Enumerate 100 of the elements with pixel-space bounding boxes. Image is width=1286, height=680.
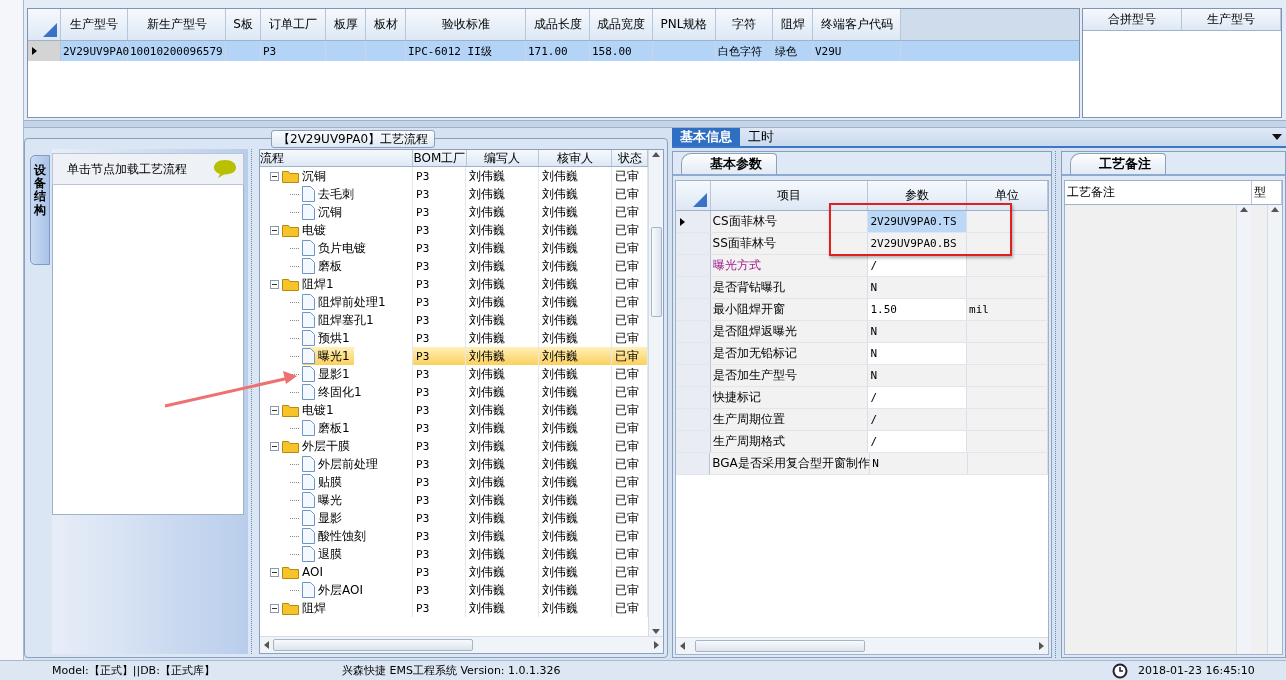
document-icon: [302, 492, 315, 508]
param-value[interactable]: 2V29UV9PA0.TS: [868, 211, 968, 232]
horizontal-scrollbar[interactable]: [676, 637, 1048, 654]
collapse-icon[interactable]: [270, 225, 279, 235]
tree-node[interactable]: 阻焊: [282, 599, 330, 617]
date-time: 2018-01-23 16:45:10: [1138, 664, 1255, 677]
dropdown-caret-icon[interactable]: [1272, 134, 1282, 140]
table-cell: 刘伟巍: [539, 383, 613, 401]
param-value[interactable]: 2V29UV9PA0.BS: [868, 233, 968, 254]
param-value[interactable]: 1.50: [868, 299, 968, 320]
column-header[interactable]: 字符: [716, 9, 773, 40]
column-header[interactable]: 型: [1252, 181, 1282, 204]
tree-node[interactable]: 外层前处理: [302, 455, 382, 473]
scroll-up-icon[interactable]: [1240, 207, 1248, 212]
column-header[interactable]: 订单工厂: [261, 9, 326, 40]
scroll-right-icon[interactable]: [654, 641, 659, 649]
tree-node[interactable]: 外层AOI: [302, 581, 367, 599]
table-cell: P3: [413, 185, 467, 203]
column-header[interactable]: 验收标准: [406, 9, 526, 40]
param-value[interactable]: N: [868, 321, 968, 342]
vertical-scrollbar[interactable]: [1267, 205, 1282, 654]
column-header[interactable]: 新生产型号: [128, 9, 226, 40]
tree-node[interactable]: 退膜: [302, 545, 346, 563]
collapse-icon[interactable]: [270, 171, 279, 181]
tree-node[interactable]: 沉铜: [282, 167, 330, 185]
column-header[interactable]: 成品宽度: [590, 9, 653, 40]
column-header[interactable]: 工艺备注: [1065, 181, 1252, 204]
tree-node[interactable]: 阻焊塞孔1: [302, 311, 378, 329]
scroll-left-icon[interactable]: [264, 641, 269, 649]
table-cell: 刘伟巍: [466, 545, 540, 563]
scrollbar-thumb[interactable]: [273, 639, 473, 651]
side-tab[interactable]: 设备结构: [30, 155, 50, 265]
row-header[interactable]: [676, 211, 711, 232]
row-header[interactable]: [28, 41, 61, 61]
vertical-scrollbar[interactable]: [648, 150, 663, 636]
panel-tab[interactable]: 工艺备注: [1070, 153, 1166, 174]
tree-node[interactable]: 终固化1: [302, 383, 366, 401]
column-header[interactable]: 成品长度: [526, 9, 590, 40]
column-header[interactable]: BOM工厂: [413, 150, 467, 166]
tree-node[interactable]: 显影: [302, 509, 346, 527]
tree-node[interactable]: 酸性蚀刻: [302, 527, 370, 545]
column-header[interactable]: 阻焊: [773, 9, 813, 40]
table-cell: 刘伟巍: [466, 203, 540, 221]
tree-node[interactable]: AOI: [282, 563, 327, 581]
select-all-icon[interactable]: [43, 23, 57, 37]
tree-node[interactable]: 阻焊1: [282, 275, 338, 293]
scroll-right-icon[interactable]: [1039, 642, 1044, 650]
horizontal-scrollbar[interactable]: [260, 636, 663, 653]
param-value[interactable]: N: [868, 343, 968, 364]
scroll-down-icon[interactable]: [652, 629, 660, 634]
param-value[interactable]: N: [870, 453, 968, 474]
column-header[interactable]: S板: [226, 9, 261, 40]
tree-node[interactable]: 电镀: [282, 221, 330, 239]
tree-node[interactable]: 磨板1: [302, 419, 354, 437]
column-header[interactable]: 项目: [710, 181, 869, 210]
column-header[interactable]: 合拼型号: [1083, 9, 1182, 30]
column-header[interactable]: 编写人: [466, 150, 540, 166]
param-value[interactable]: /: [868, 409, 968, 430]
collapse-icon[interactable]: [270, 603, 279, 613]
param-value[interactable]: /: [868, 431, 968, 452]
column-header[interactable]: PNL规格: [653, 9, 716, 40]
scroll-left-icon[interactable]: [680, 642, 685, 650]
tree-node[interactable]: 显影1: [302, 365, 354, 383]
column-header[interactable]: 参数: [868, 181, 968, 210]
param-value[interactable]: N: [868, 277, 968, 298]
collapse-icon[interactable]: [270, 279, 279, 289]
tree-node[interactable]: 沉铜: [302, 203, 346, 221]
table-cell: 已审: [612, 347, 648, 365]
scrollbar-thumb[interactable]: [650, 227, 662, 317]
column-header[interactable]: 流程: [260, 150, 414, 166]
column-header[interactable]: 单位: [967, 181, 1048, 210]
tree-node[interactable]: 曝光1: [302, 347, 354, 365]
scrollbar-thumb[interactable]: [695, 640, 865, 652]
tree-node[interactable]: 电镀1: [282, 401, 338, 419]
column-header[interactable]: 板厚: [326, 9, 366, 40]
param-value[interactable]: /: [868, 255, 968, 276]
column-header[interactable]: 核审人: [539, 150, 613, 166]
collapse-icon[interactable]: [270, 405, 279, 415]
scroll-up-icon[interactable]: [1271, 207, 1279, 212]
tree-node[interactable]: 去毛刺: [302, 185, 358, 203]
panel-tab[interactable]: 基本参数: [681, 153, 777, 174]
tree-node[interactable]: 负片电镀: [302, 239, 370, 257]
column-header[interactable]: 板材: [366, 9, 406, 40]
param-value[interactable]: N: [868, 365, 968, 386]
tree-node[interactable]: 曝光: [302, 491, 346, 509]
tree-node[interactable]: 预烘1: [302, 329, 354, 347]
column-header[interactable]: 生产型号: [1182, 9, 1281, 30]
tree-node[interactable]: 阻焊前处理1: [302, 293, 390, 311]
param-value[interactable]: /: [868, 387, 968, 408]
tree-node[interactable]: 磨板: [302, 257, 346, 275]
select-all-icon[interactable]: [692, 193, 707, 207]
scroll-up-icon[interactable]: [652, 152, 660, 157]
tree-node[interactable]: 贴膜: [302, 473, 346, 491]
collapse-icon[interactable]: [270, 567, 279, 577]
collapse-icon[interactable]: [270, 441, 279, 451]
tab[interactable]: 工时: [740, 128, 782, 146]
column-header[interactable]: 生产型号: [61, 9, 128, 40]
tab[interactable]: 基本信息: [672, 128, 740, 146]
vertical-scrollbar[interactable]: [1236, 205, 1251, 654]
tree-node[interactable]: 外层干膜: [282, 437, 354, 455]
